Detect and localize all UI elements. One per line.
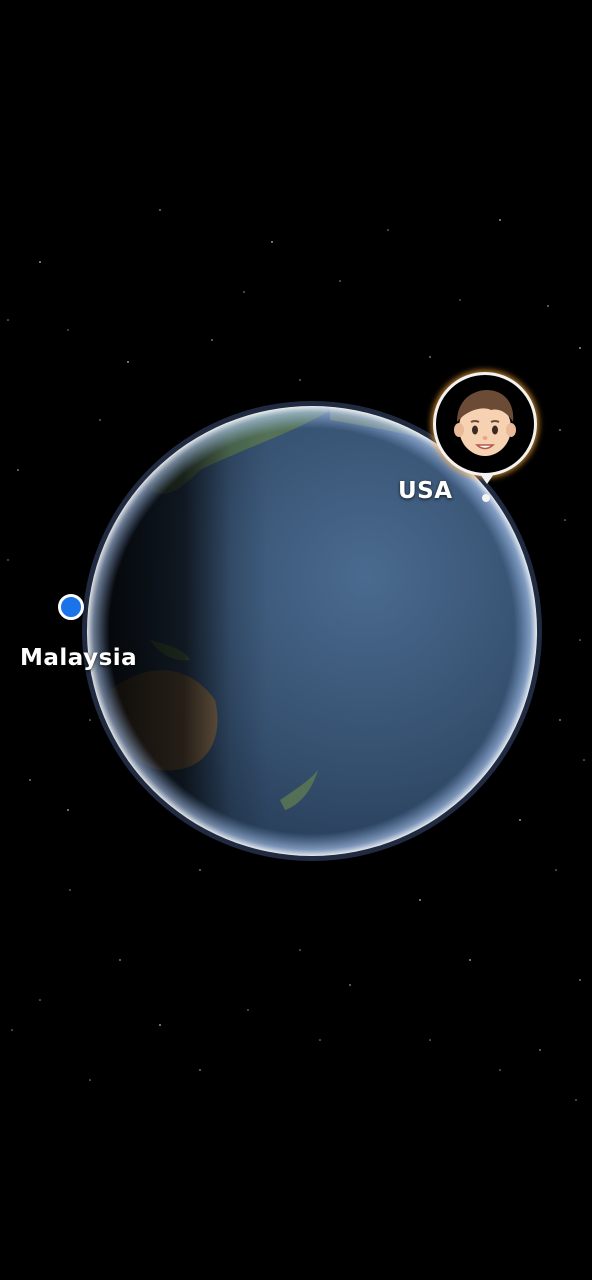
map-canvas[interactable]: Malaysia USA [0, 0, 592, 1280]
avatar-pin-anchor [482, 494, 490, 502]
location-label-malaysia[interactable]: Malaysia [20, 645, 137, 671]
earth-globe[interactable] [0, 0, 592, 1280]
friend-avatar-pin[interactable] [433, 372, 537, 476]
location-label-usa[interactable]: USA [398, 478, 453, 504]
boy-emoji-icon [454, 390, 516, 456]
avatar-pin-tail [480, 474, 494, 484]
current-location-dot[interactable] [58, 594, 84, 620]
